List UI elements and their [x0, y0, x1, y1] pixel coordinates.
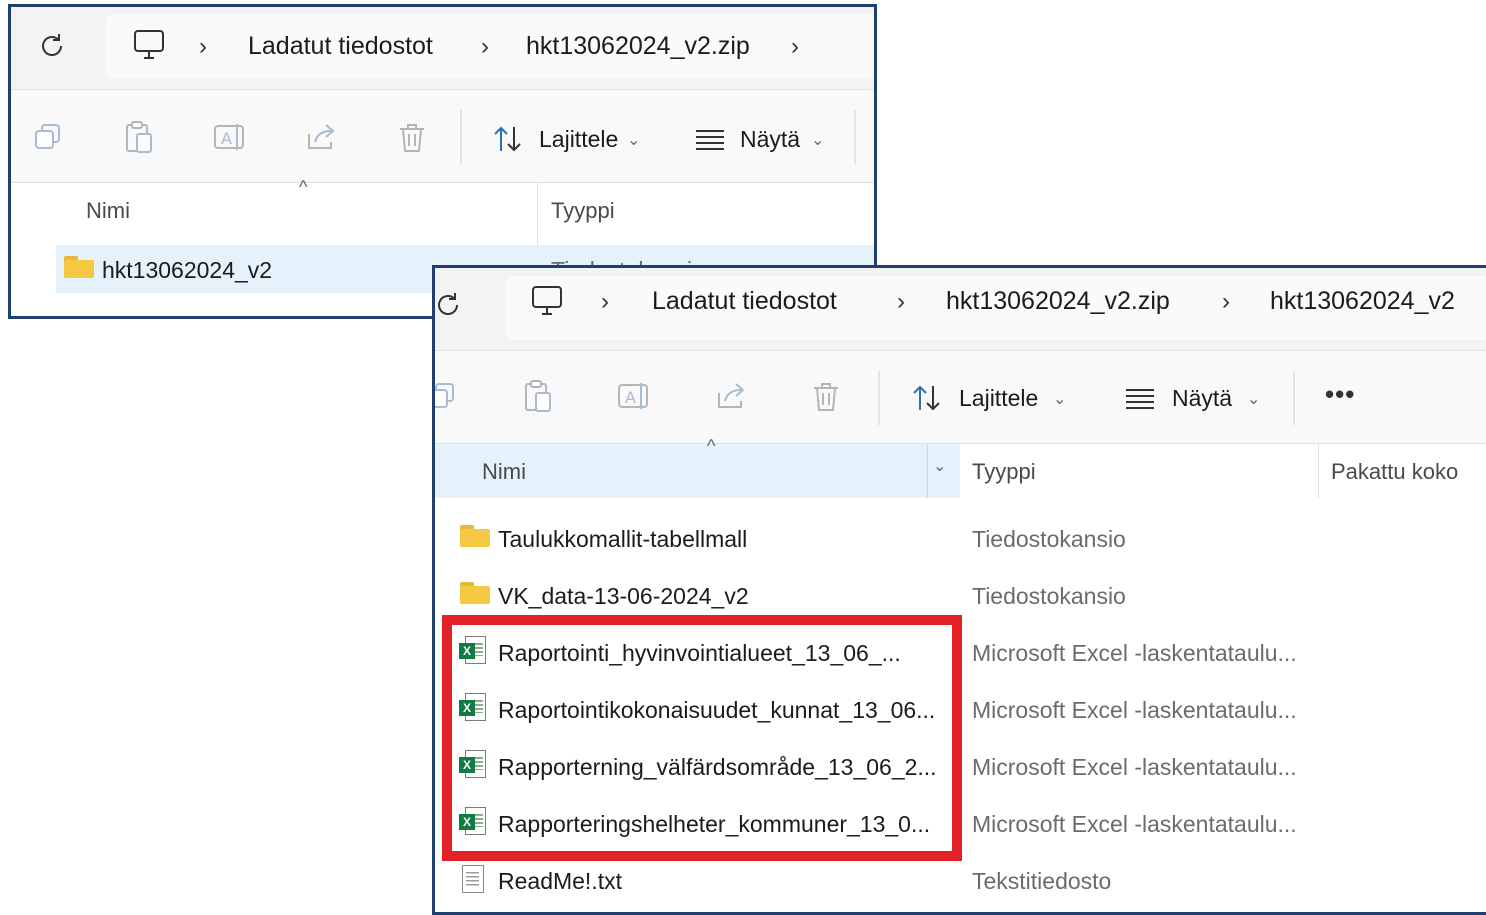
delete-icon[interactable]: [397, 122, 427, 159]
sort-ascending-icon: ^: [707, 436, 716, 456]
paste-icon[interactable]: [523, 379, 553, 418]
share-icon[interactable]: [715, 381, 747, 416]
sort-ascending-icon: ^: [299, 177, 308, 197]
share-icon[interactable]: [305, 122, 337, 157]
breadcrumb-item[interactable]: Ladatut tiedostot: [652, 287, 837, 316]
paste-icon[interactable]: [124, 120, 154, 159]
column-header-packed-size[interactable]: Pakattu koko: [1331, 459, 1458, 485]
column-filter-chevron-icon[interactable]: ⌄: [933, 456, 946, 476]
breadcrumb-chevron-icon[interactable]: ›: [601, 288, 609, 316]
file-type: Tiedostokansio: [972, 583, 1126, 609]
breadcrumb-chevron-icon[interactable]: ›: [1222, 288, 1230, 316]
sort-button-label[interactable]: Lajittele: [959, 385, 1038, 412]
text-file-icon: [462, 865, 484, 893]
breadcrumb-chevron-icon[interactable]: ›: [791, 33, 799, 61]
breadcrumb-item[interactable]: Ladatut tiedostot: [248, 32, 433, 61]
address-bar-area: › Ladatut tiedostot › hkt13062024_v2.zip…: [435, 268, 1486, 351]
highlight-box: [442, 615, 962, 861]
view-icon[interactable]: [1124, 387, 1156, 416]
column-header-row: ^ Nimi Tyyppi: [11, 177, 874, 245]
rename-icon[interactable]: A: [213, 122, 247, 157]
column-header-row: ^ Nimi ⌄ Tyyppi Pakattu koko: [435, 436, 1486, 498]
file-type: Microsoft Excel -laskentataulu...: [972, 811, 1297, 837]
folder-icon: [460, 582, 490, 604]
breadcrumb-chevron-icon[interactable]: ›: [199, 33, 207, 61]
breadcrumb-item[interactable]: hkt13062024_v2.zip: [946, 287, 1170, 316]
file-name: VK_data-13-06-2024_v2: [498, 583, 749, 609]
column-header-name[interactable]: Nimi: [482, 459, 526, 485]
column-header-type[interactable]: Tyyppi: [551, 198, 615, 224]
list-item[interactable]: Taulukkomallit-tabellmall Tiedostokansio: [435, 510, 1486, 567]
file-name: Taulukkomallit-tabellmall: [498, 526, 748, 552]
refresh-icon[interactable]: [37, 31, 67, 66]
file-type: Tekstitiedosto: [972, 868, 1112, 894]
file-type: Microsoft Excel -laskentataulu...: [972, 640, 1297, 666]
chevron-down-icon[interactable]: ⌄: [1247, 389, 1260, 409]
address-bar-area: › Ladatut tiedostot › hkt13062024_v2.zip…: [11, 7, 874, 90]
file-type: Microsoft Excel -laskentataulu...: [972, 697, 1297, 723]
address-bar[interactable]: [106, 15, 874, 79]
breadcrumb-item[interactable]: hkt13062024_v2: [1270, 287, 1455, 316]
sort-button-label[interactable]: Lajittele: [539, 126, 618, 153]
file-name: ReadMe!.txt: [498, 868, 622, 894]
folder-icon: [64, 256, 94, 278]
chevron-down-icon[interactable]: ⌄: [811, 130, 824, 150]
file-type: Tiedostokansio: [972, 526, 1126, 552]
file-type: Microsoft Excel -laskentataulu...: [972, 754, 1297, 780]
column-header-name[interactable]: Nimi: [86, 198, 130, 224]
this-pc-icon[interactable]: [531, 285, 563, 324]
svg-text:A: A: [625, 388, 636, 407]
folder-icon: [460, 525, 490, 547]
copy-icon[interactable]: [435, 381, 457, 416]
refresh-icon[interactable]: [435, 290, 463, 325]
breadcrumb-chevron-icon[interactable]: ›: [481, 33, 489, 61]
more-options-icon[interactable]: •••: [1325, 379, 1355, 410]
breadcrumb-chevron-icon[interactable]: ›: [897, 288, 905, 316]
command-bar: A Lajittele ⌄ Näytä ⌄ •••: [435, 351, 1486, 444]
chevron-down-icon[interactable]: ⌄: [627, 130, 640, 150]
view-icon[interactable]: [694, 128, 726, 157]
breadcrumb-item[interactable]: hkt13062024_v2.zip: [526, 32, 750, 61]
view-button-label[interactable]: Näytä: [740, 126, 800, 153]
view-button-label[interactable]: Näytä: [1172, 385, 1232, 412]
chevron-down-icon[interactable]: ⌄: [1053, 389, 1066, 409]
this-pc-icon[interactable]: [133, 29, 165, 68]
sort-icon[interactable]: [492, 124, 524, 159]
svg-text:A: A: [221, 129, 232, 148]
column-header-type[interactable]: Tyyppi: [972, 459, 1036, 485]
sort-icon[interactable]: [911, 383, 943, 418]
command-bar: A Lajittele ⌄ Näytä ⌄: [11, 90, 874, 183]
copy-icon[interactable]: [33, 122, 63, 157]
delete-icon[interactable]: [811, 381, 841, 418]
file-name: hkt13062024_v2: [102, 257, 273, 283]
rename-icon[interactable]: A: [617, 381, 651, 416]
